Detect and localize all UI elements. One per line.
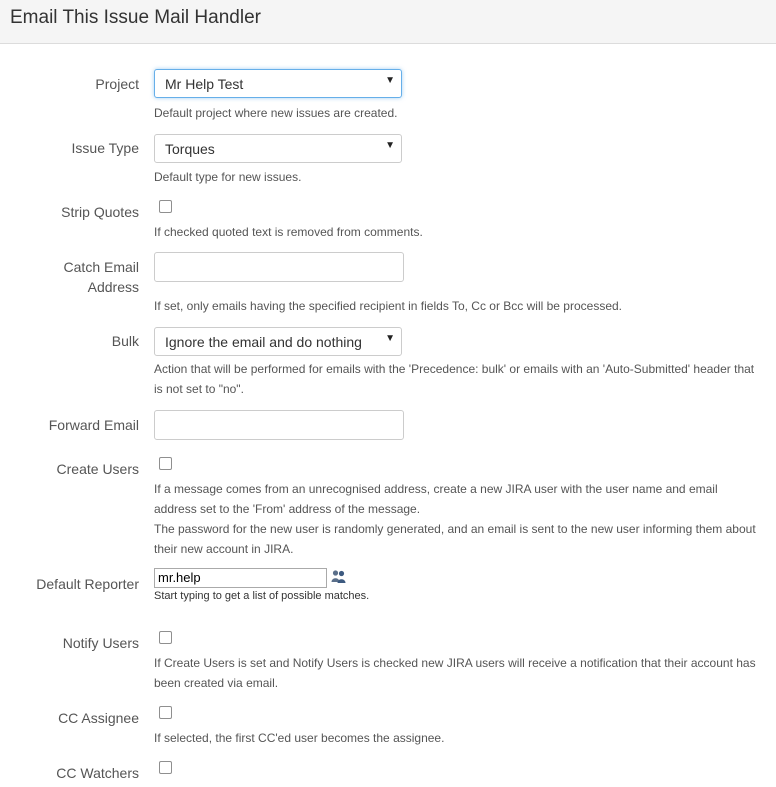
project-select-value: Mr Help Test [165, 76, 244, 92]
project-select[interactable]: Mr Help Test ▼ [154, 69, 402, 98]
strip-quotes-checkbox[interactable] [159, 200, 172, 213]
issue-type-label: Issue Type [71, 140, 139, 156]
bulk-select-value: Ignore the email and do nothing [165, 334, 362, 350]
cc-assignee-checkbox[interactable] [159, 706, 172, 719]
chevron-down-icon: ▼ [385, 333, 395, 344]
create-users-help-line2: address set to the 'From' address of the… [154, 502, 421, 516]
issue-type-select[interactable]: Torques ▼ [154, 134, 402, 163]
notify-users-help-line1: If Create Users is set and Notify Users … [154, 656, 756, 670]
dialog-header: Email This Issue Mail Handler [0, 0, 776, 44]
default-reporter-label: Default Reporter [36, 576, 139, 592]
forward-email-input[interactable] [154, 410, 404, 440]
create-users-checkbox[interactable] [159, 457, 172, 470]
create-users-help-line1: If a message comes from an unrecognised … [154, 482, 718, 496]
catch-email-help: If set, only emails having the specified… [154, 299, 622, 313]
create-users-help-line4: their new account in JIRA. [154, 542, 294, 556]
cc-assignee-help: If selected, the first CC'ed user become… [154, 731, 445, 745]
default-reporter-input[interactable]: mr.help [154, 568, 327, 588]
page-title: Email This Issue Mail Handler [10, 7, 261, 28]
project-label: Project [95, 76, 139, 92]
catch-email-input[interactable] [154, 252, 404, 282]
bulk-help-line1: Action that will be performed for emails… [154, 362, 755, 376]
strip-quotes-label: Strip Quotes [61, 204, 139, 220]
forward-email-label: Forward Email [48, 417, 139, 433]
chevron-down-icon: ▼ [385, 140, 395, 151]
user-picker-icon[interactable] [331, 569, 346, 584]
catch-email-label-line2: Address [87, 279, 139, 295]
cc-assignee-label: CC Assignee [58, 710, 139, 726]
issue-type-select-value: Torques [165, 141, 215, 157]
catch-email-label-line1: Catch Email [63, 259, 139, 275]
default-reporter-hint: Start typing to get a list of possible m… [154, 590, 370, 602]
notify-users-label: Notify Users [62, 635, 139, 651]
project-help: Default project where new issues are cre… [154, 106, 398, 120]
notify-users-checkbox[interactable] [159, 631, 172, 644]
bulk-label: Bulk [111, 333, 139, 349]
issue-type-help: Default type for new issues. [154, 170, 302, 184]
notify-users-help-line2: been created via email. [154, 676, 279, 690]
create-users-help-line3: The password for the new user is randoml… [154, 522, 756, 536]
cc-watchers-label: CC Watchers [56, 765, 139, 781]
chevron-down-icon: ▼ [385, 75, 395, 86]
cc-watchers-checkbox[interactable] [159, 761, 172, 774]
create-users-label: Create Users [56, 461, 139, 477]
strip-quotes-help: If checked quoted text is removed from c… [154, 225, 423, 239]
bulk-help-line2: is not set to "no". [154, 382, 244, 396]
bulk-select[interactable]: Ignore the email and do nothing ▼ [154, 327, 402, 356]
